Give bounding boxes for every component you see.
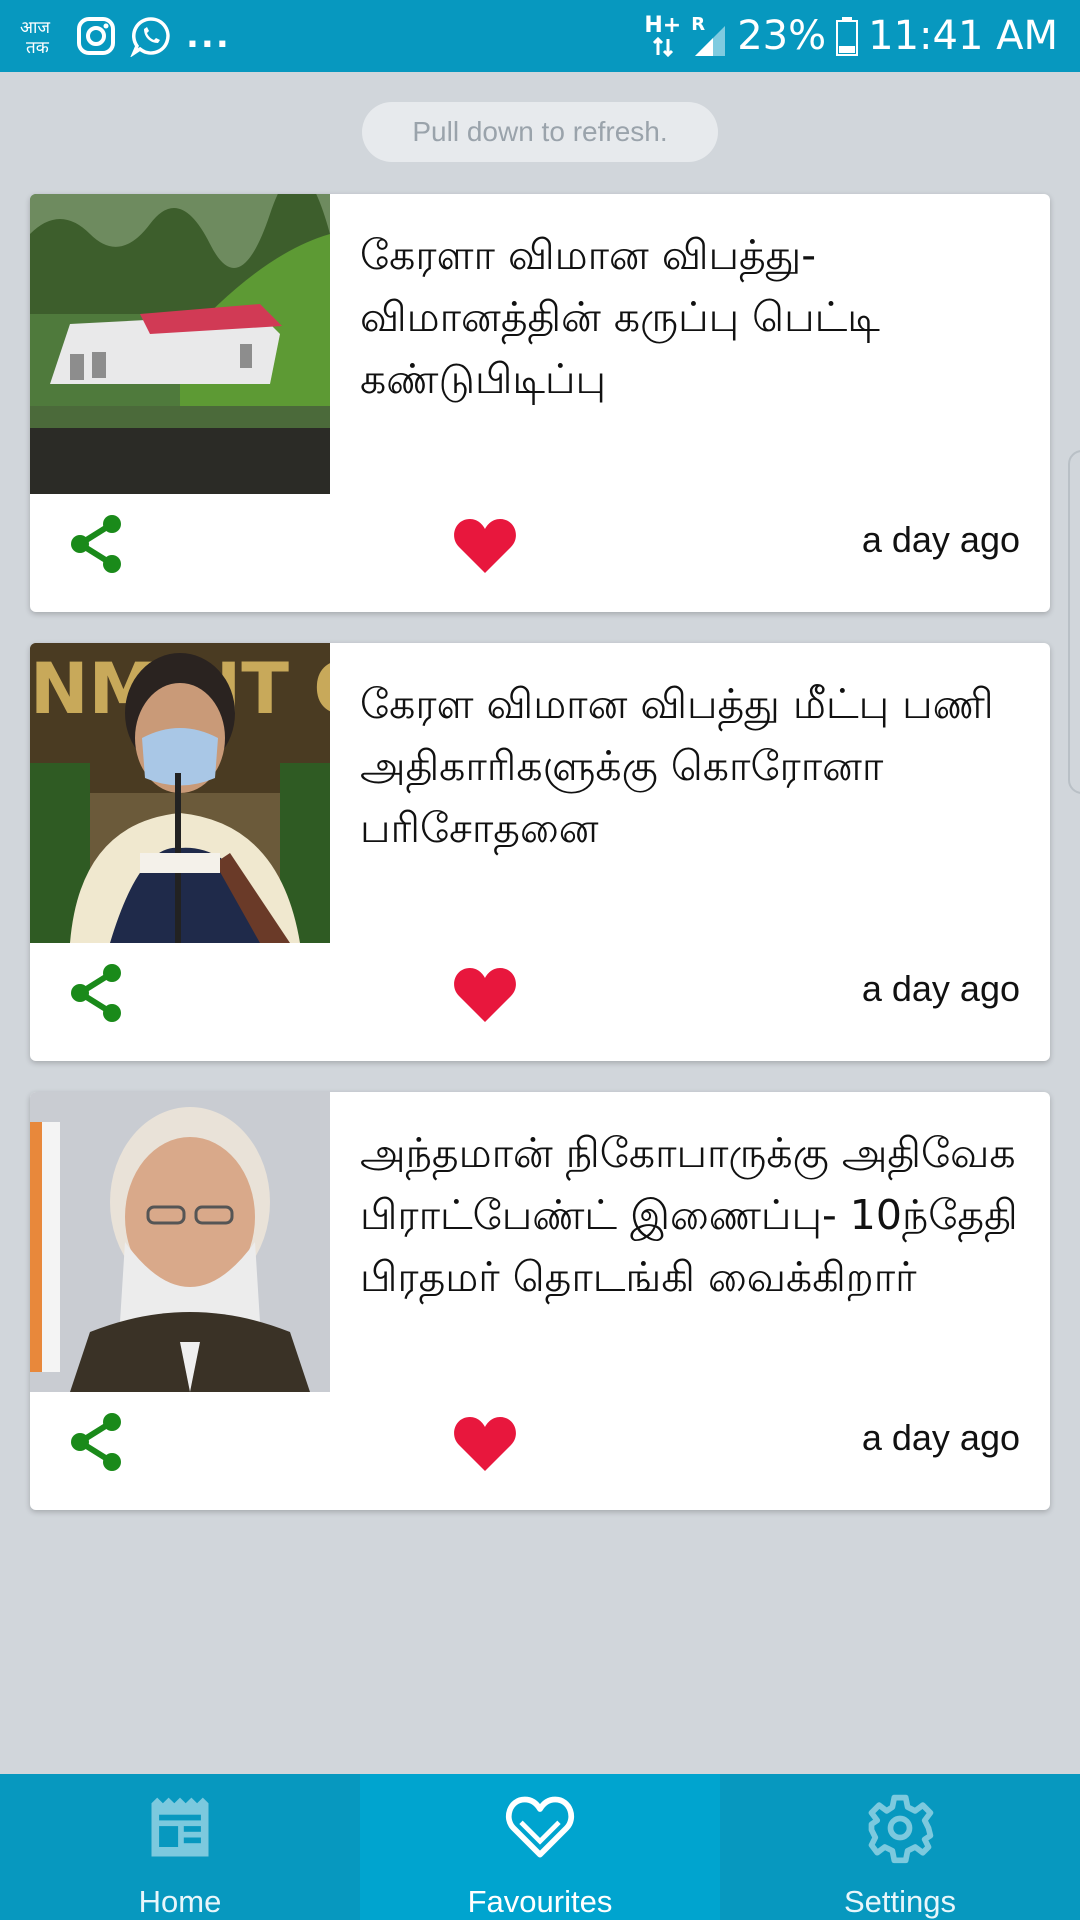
share-icon[interactable]: [66, 512, 126, 576]
gear-icon: [868, 1794, 934, 1864]
news-card[interactable]: NM NT OF கேரள விமான விபத்து மீட்பு பணி அ…: [30, 643, 1050, 1061]
battery-percent: 23%: [737, 13, 827, 59]
news-home-icon: [151, 1797, 209, 1857]
status-left-icons: आज तक ...: [18, 12, 231, 60]
nav-favourites-label: Favourites: [467, 1884, 613, 1919]
news-thumbnail[interactable]: [30, 1092, 330, 1392]
nav-settings[interactable]: Settings: [720, 1774, 1080, 1920]
instagram-icon: [77, 17, 115, 55]
signal-strength-icon: R: [691, 14, 727, 58]
nav-home[interactable]: Home: [0, 1774, 360, 1920]
news-card[interactable]: அந்தமான் நிகோபாருக்கு அதிவேக பிராட்பேண்ட…: [30, 1092, 1050, 1510]
news-title[interactable]: அந்தமான் நிகோபாருக்கு அதிவேக பிராட்பேண்ட…: [360, 1122, 1030, 1308]
network-type: H+: [644, 15, 681, 57]
more-notifications: ...: [186, 16, 231, 56]
nav-home-label: Home: [138, 1884, 222, 1919]
news-title[interactable]: கேரள விமான விபத்து மீட்பு பணி அதிகாரிகளு…: [360, 673, 1030, 859]
scroll-indicator[interactable]: [1068, 450, 1080, 794]
bottom-navigation: Home Favourites Settings: [0, 1774, 1080, 1920]
news-card[interactable]: கேரளா விமான விபத்து- விமானத்தின் கருப்பு…: [30, 194, 1050, 612]
status-bar: आज तक ... H+ R 23% 11:41 AM: [0, 0, 1080, 72]
heart-outline-icon: [505, 1796, 575, 1858]
nav-favourites[interactable]: Favourites: [360, 1774, 720, 1920]
svg-text:आज: आज: [20, 18, 50, 38]
share-icon[interactable]: [66, 961, 126, 1025]
aajtak-app-icon: आज तक: [20, 18, 50, 56]
news-thumbnail[interactable]: [30, 194, 330, 494]
clock: 11:41 AM: [868, 13, 1058, 59]
nav-settings-label: Settings: [843, 1884, 956, 1919]
battery-icon: [836, 17, 859, 56]
news-timestamp: a day ago: [861, 968, 1020, 1009]
news-title[interactable]: கேரளா விமான விபத்து- விமானத்தின் கருப்பு…: [360, 224, 1030, 410]
news-timestamp: a day ago: [861, 1417, 1020, 1458]
news-timestamp: a day ago: [861, 519, 1020, 560]
svg-text:तक: तक: [26, 38, 50, 56]
news-thumbnail[interactable]: NM NT OF: [30, 643, 330, 943]
whatsapp-icon: [130, 17, 170, 57]
share-icon[interactable]: [66, 1410, 126, 1474]
favourite-heart-icon[interactable]: [453, 1415, 517, 1473]
favourite-heart-icon[interactable]: [453, 966, 517, 1024]
data-arrows-icon: [652, 37, 673, 57]
status-right-icons: H+ R 23% 11:41 AM: [644, 10, 1058, 62]
favourite-heart-icon[interactable]: [453, 517, 517, 575]
pull-to-refresh-hint: Pull down to refresh.: [362, 102, 718, 162]
